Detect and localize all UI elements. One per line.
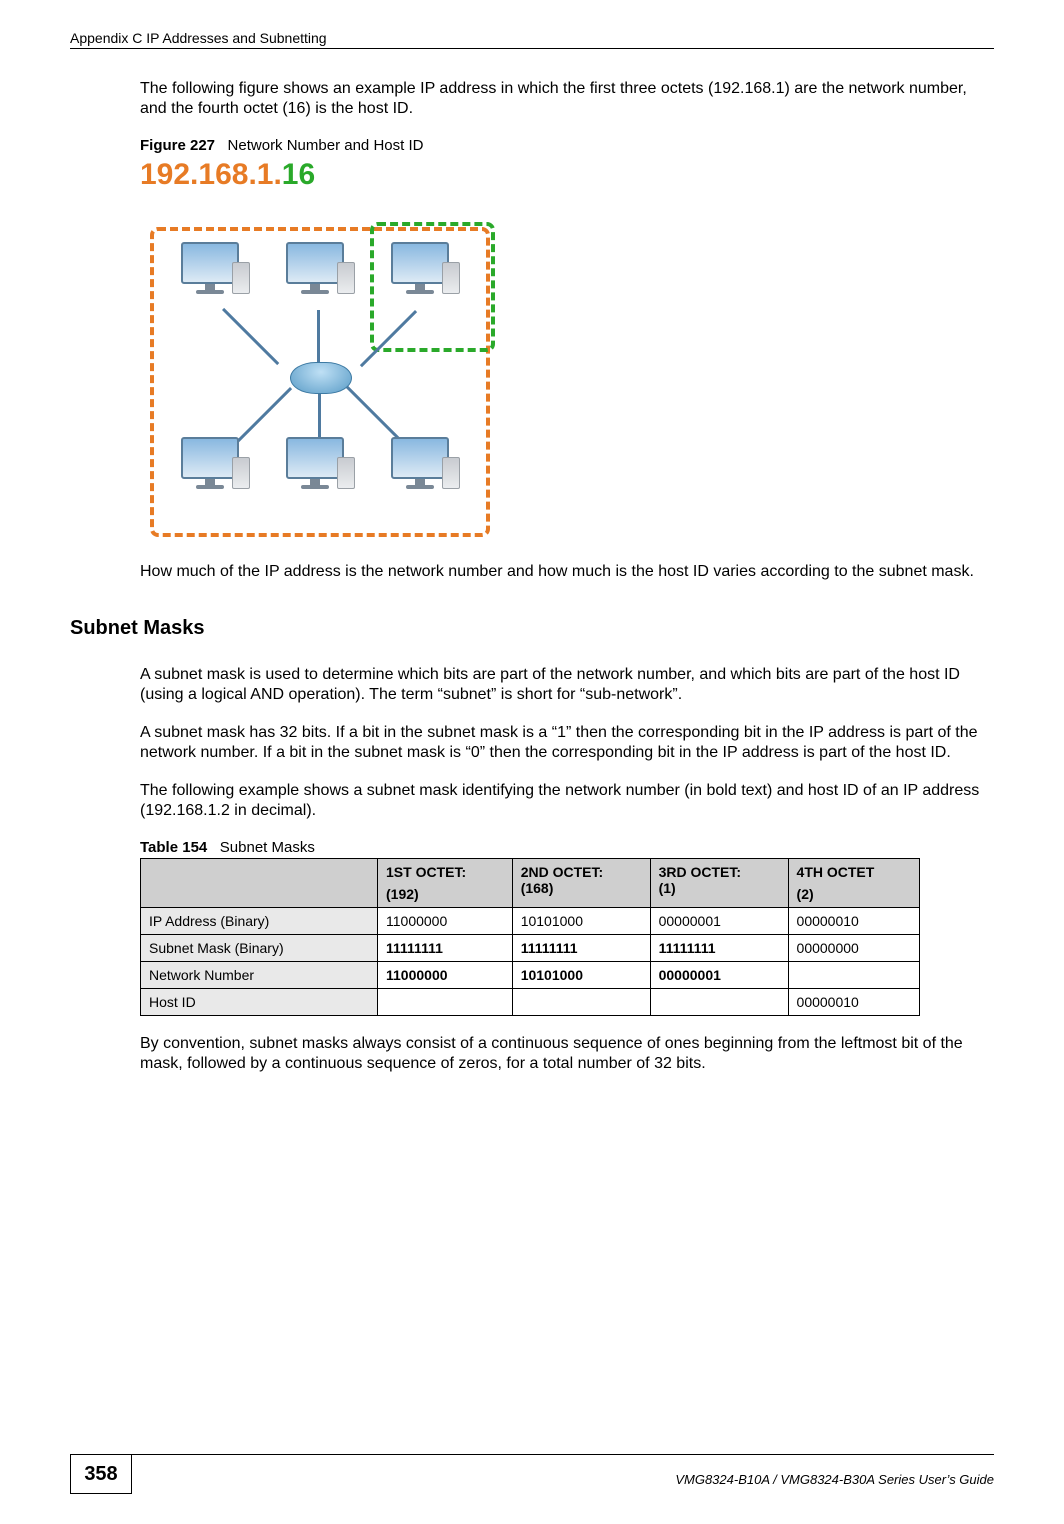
octet-cell: 00000010 [788, 989, 919, 1016]
intro-paragraph: The following figure shows an example IP… [140, 79, 984, 119]
footer-guide-title: VMG8324-B10A / VMG8324-B30A Series User’… [675, 1462, 994, 1487]
subnet-masks-table: 1ST OCTET: (192) 2ND OCTET: (168) 3RD OC… [140, 858, 920, 1016]
section-title-subnet-masks: Subnet Masks [70, 617, 994, 640]
octet-cell: 11000000 [378, 962, 513, 989]
after-figure-paragraph: How much of the IP address is the networ… [140, 562, 984, 582]
octet-cell [378, 989, 513, 1016]
table-154-caption: Table 154 Subnet Masks [140, 839, 994, 856]
page-footer: 358 VMG8324-B10A / VMG8324-B30A Series U… [70, 1454, 994, 1494]
th-line2: (2) [797, 886, 911, 902]
table-header-octet-2: 2ND OCTET: (168) [512, 859, 650, 908]
table-154-label: Table 154 [140, 839, 207, 856]
th-line1: 1ST OCTET: [386, 864, 504, 880]
table-header-octet-1: 1ST OCTET: (192) [378, 859, 513, 908]
octet-cell: 00000010 [788, 908, 919, 935]
octet-cell: 11111111 [650, 935, 788, 962]
page-header: Appendix C IP Addresses and Subnetting [70, 30, 994, 49]
table-header-row: 1ST OCTET: (192) 2ND OCTET: (168) 3RD OC… [141, 859, 920, 908]
pc-icon [285, 437, 345, 489]
subnet-masks-para-2: A subnet mask has 32 bits. If a bit in t… [140, 723, 984, 763]
row-label: Subnet Mask (Binary) [141, 935, 378, 962]
octet-cell [788, 962, 919, 989]
table-row: Host ID 00000010 [141, 989, 920, 1016]
th-line1: 4TH OCTET [797, 864, 911, 880]
pc-icon [180, 437, 240, 489]
ip-network-part: 192.168.1. [140, 158, 282, 191]
th-line1: 2ND OCTET: [521, 864, 642, 880]
octet-cell: 00000001 [650, 908, 788, 935]
octet-cell: 11000000 [378, 908, 513, 935]
figure-227-label: Figure 227 [140, 137, 215, 154]
figure-227-diagram: 192.168.1.16 [140, 158, 500, 542]
row-label: Network Number [141, 962, 378, 989]
th-line2: (1) [659, 880, 780, 896]
network-diagram [140, 192, 500, 542]
page-number: 358 [70, 1454, 132, 1494]
subnet-masks-para-3: The following example shows a subnet mas… [140, 781, 984, 821]
wire [317, 310, 320, 365]
example-ip-address: 192.168.1.16 [140, 158, 500, 192]
th-line1: 3RD OCTET: [659, 864, 780, 880]
wire [318, 392, 321, 440]
row-label: IP Address (Binary) [141, 908, 378, 935]
ip-host-part: 16 [282, 158, 315, 191]
pc-icon [285, 242, 345, 294]
octet-cell: 00000000 [788, 935, 919, 962]
figure-227-title: Network Number and Host ID [228, 137, 424, 154]
octet-cell: 11111111 [378, 935, 513, 962]
subnet-masks-para-1: A subnet mask is used to determine which… [140, 665, 984, 705]
pc-icon [390, 437, 450, 489]
row-label: Host ID [141, 989, 378, 1016]
octet-cell: 10101000 [512, 908, 650, 935]
octet-cell: 10101000 [512, 962, 650, 989]
octet-cell [650, 989, 788, 1016]
header-left-text: Appendix C IP Addresses and Subnetting [70, 30, 327, 46]
table-row: IP Address (Binary)110000001010100000000… [141, 908, 920, 935]
octet-cell [512, 989, 650, 1016]
octet-cell: 00000001 [650, 962, 788, 989]
th-line2: (168) [521, 880, 642, 896]
pc-icon [180, 242, 240, 294]
octet-cell: 11111111 [512, 935, 650, 962]
th-line2: (192) [386, 886, 504, 902]
pc-icon-highlighted [390, 242, 450, 294]
table-row: Subnet Mask (Binary)11111111111111111111… [141, 935, 920, 962]
table-154-title: Subnet Masks [220, 839, 315, 856]
table-header-octet-3: 3RD OCTET: (1) [650, 859, 788, 908]
table-header-octet-4: 4TH OCTET (2) [788, 859, 919, 908]
router-icon [290, 362, 352, 394]
table-row: Network Number110000001010100000000001 [141, 962, 920, 989]
figure-227-caption: Figure 227 Network Number and Host ID [140, 137, 994, 154]
closing-paragraph: By convention, subnet masks always consi… [140, 1034, 984, 1074]
table-header-blank [141, 859, 378, 908]
